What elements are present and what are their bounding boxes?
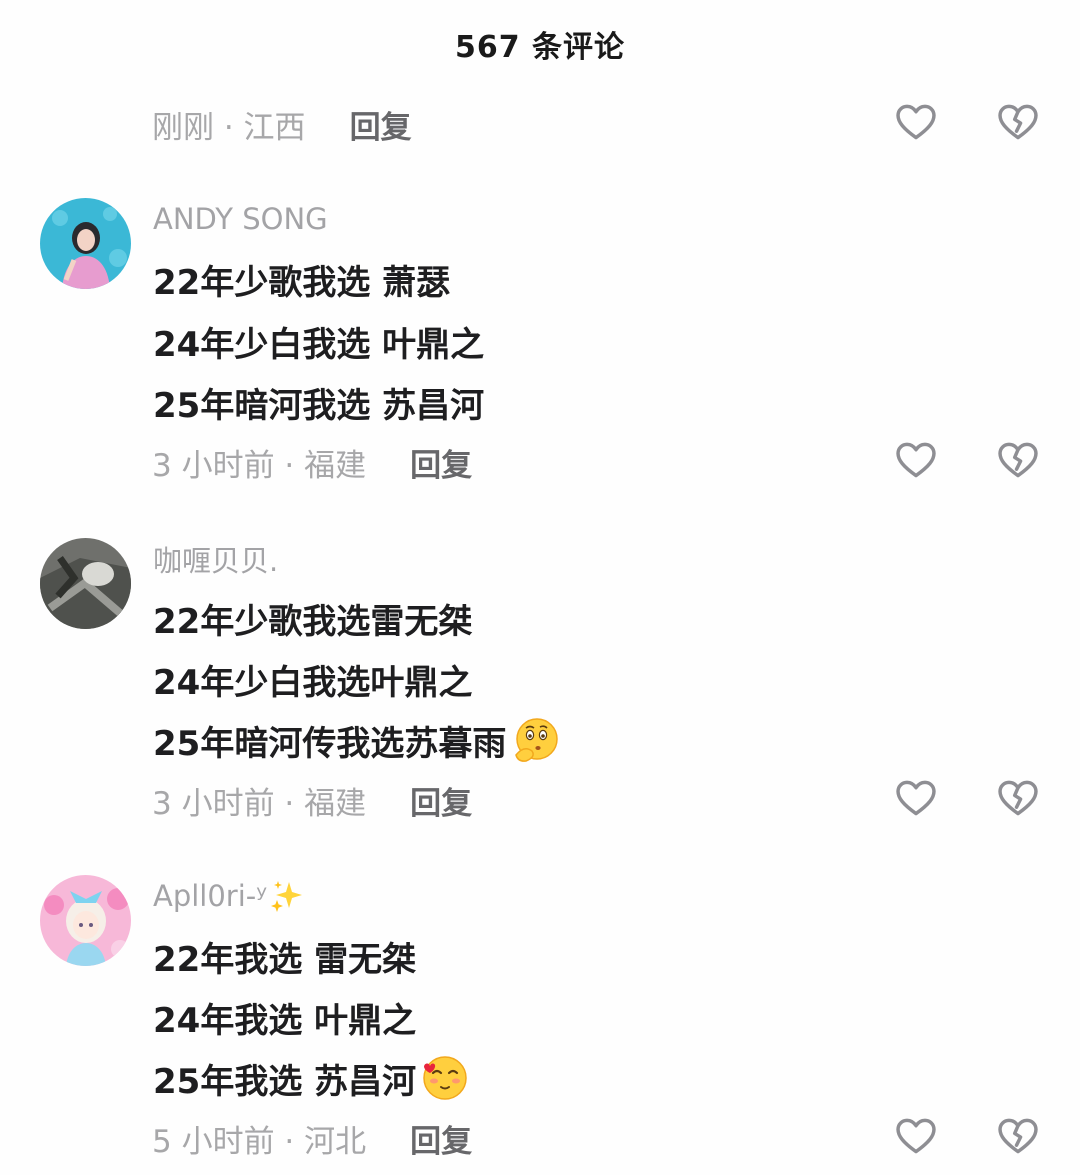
username-text: Apll0ri-ʸ <box>153 879 268 913</box>
comment-time-location: 5 小时前 · 河北 <box>152 1123 367 1160</box>
comment-text: 25年暗河传我选苏暮雨 <box>153 723 507 764</box>
comment-time-location: 刚刚 · 江西 <box>152 109 306 146</box>
dislike-button[interactable] <box>995 99 1041 145</box>
like-button[interactable] <box>893 775 939 821</box>
comment-text-line: 24年少白我选叶鼎之 <box>153 662 473 703</box>
comment-time-location: 3 小时前 · 福建 <box>152 447 367 484</box>
avatar[interactable] <box>40 875 131 966</box>
thinking-face-icon <box>510 715 560 765</box>
comment-text-line: 25年暗河传我选苏暮雨 <box>153 715 560 765</box>
dislike-button[interactable] <box>995 775 1041 821</box>
reply-button[interactable]: 回复 <box>410 1116 472 1161</box>
comment-meta: 3 小时前 · 福建 回复 <box>152 437 472 487</box>
broken-heart-icon <box>998 1118 1038 1154</box>
comment-meta: 刚刚 · 江西 回复 <box>152 99 412 149</box>
username[interactable]: Apll0ri-ʸ <box>153 876 305 916</box>
broken-heart-icon <box>998 104 1038 140</box>
like-button[interactable] <box>893 1113 939 1159</box>
broken-heart-icon <box>998 442 1038 478</box>
heart-outline-icon <box>896 104 936 140</box>
comment-text-line: 25年我选 苏昌河 <box>153 1053 470 1103</box>
username[interactable]: ANDY SONG <box>153 199 328 239</box>
comment-text-line: 22年少歌我选 萧瑟 <box>153 262 451 303</box>
reply-button[interactable]: 回复 <box>410 440 472 485</box>
comment-meta: 3 小时前 · 福建 回复 <box>152 775 472 825</box>
comment-text-line: 25年暗河我选 苏昌河 <box>153 385 485 426</box>
heart-outline-icon <box>896 780 936 816</box>
comment-text: 25年我选 苏昌河 <box>153 1061 417 1102</box>
username[interactable]: 咖喱贝贝. <box>153 539 278 579</box>
comment-text-line: 22年我选 雷无桀 <box>153 939 417 980</box>
like-button[interactable] <box>893 99 939 145</box>
comments-count-title: 567 条评论 <box>454 30 626 65</box>
sparkles-icon <box>269 878 305 914</box>
heart-outline-icon <box>896 442 936 478</box>
comment-meta: 5 小时前 · 河北 回复 <box>152 1113 472 1163</box>
heart-outline-icon <box>896 1118 936 1154</box>
blush-kiss-face-icon <box>420 1053 470 1103</box>
comment-text-line: 24年少白我选 叶鼎之 <box>153 324 485 365</box>
comment-text-line: 24年我选 叶鼎之 <box>153 1000 417 1041</box>
reply-button[interactable]: 回复 <box>350 102 412 147</box>
avatar[interactable] <box>40 198 131 289</box>
avatar[interactable] <box>40 538 131 629</box>
reply-button[interactable]: 回复 <box>410 778 472 823</box>
like-button[interactable] <box>893 437 939 483</box>
dislike-button[interactable] <box>995 437 1041 483</box>
comment-text-line: 22年少歌我选雷无桀 <box>153 601 473 642</box>
comment-time-location: 3 小时前 · 福建 <box>152 785 367 822</box>
dislike-button[interactable] <box>995 1113 1041 1159</box>
broken-heart-icon <box>998 780 1038 816</box>
